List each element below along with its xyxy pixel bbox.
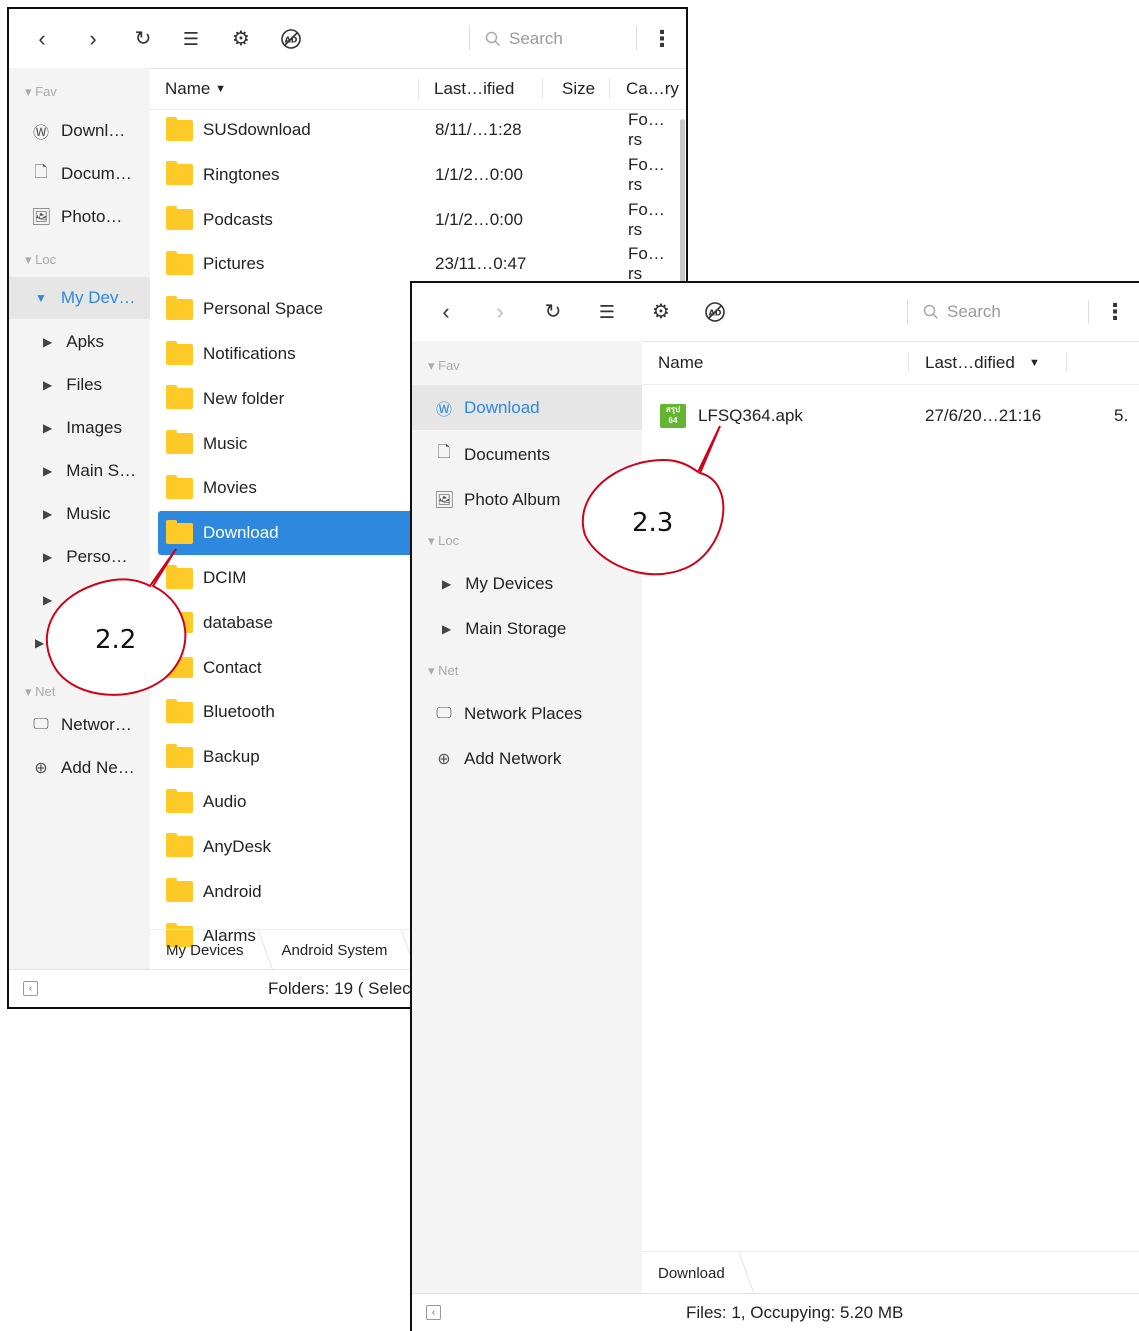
callout-overlay	[45, 425, 725, 696]
callout-bubble-2-2	[45, 548, 187, 696]
callout-label-2-2: 2.2	[95, 625, 137, 655]
callout-label-2-3: 2.3	[632, 508, 674, 538]
callout-bubble-2-3	[581, 425, 725, 576]
